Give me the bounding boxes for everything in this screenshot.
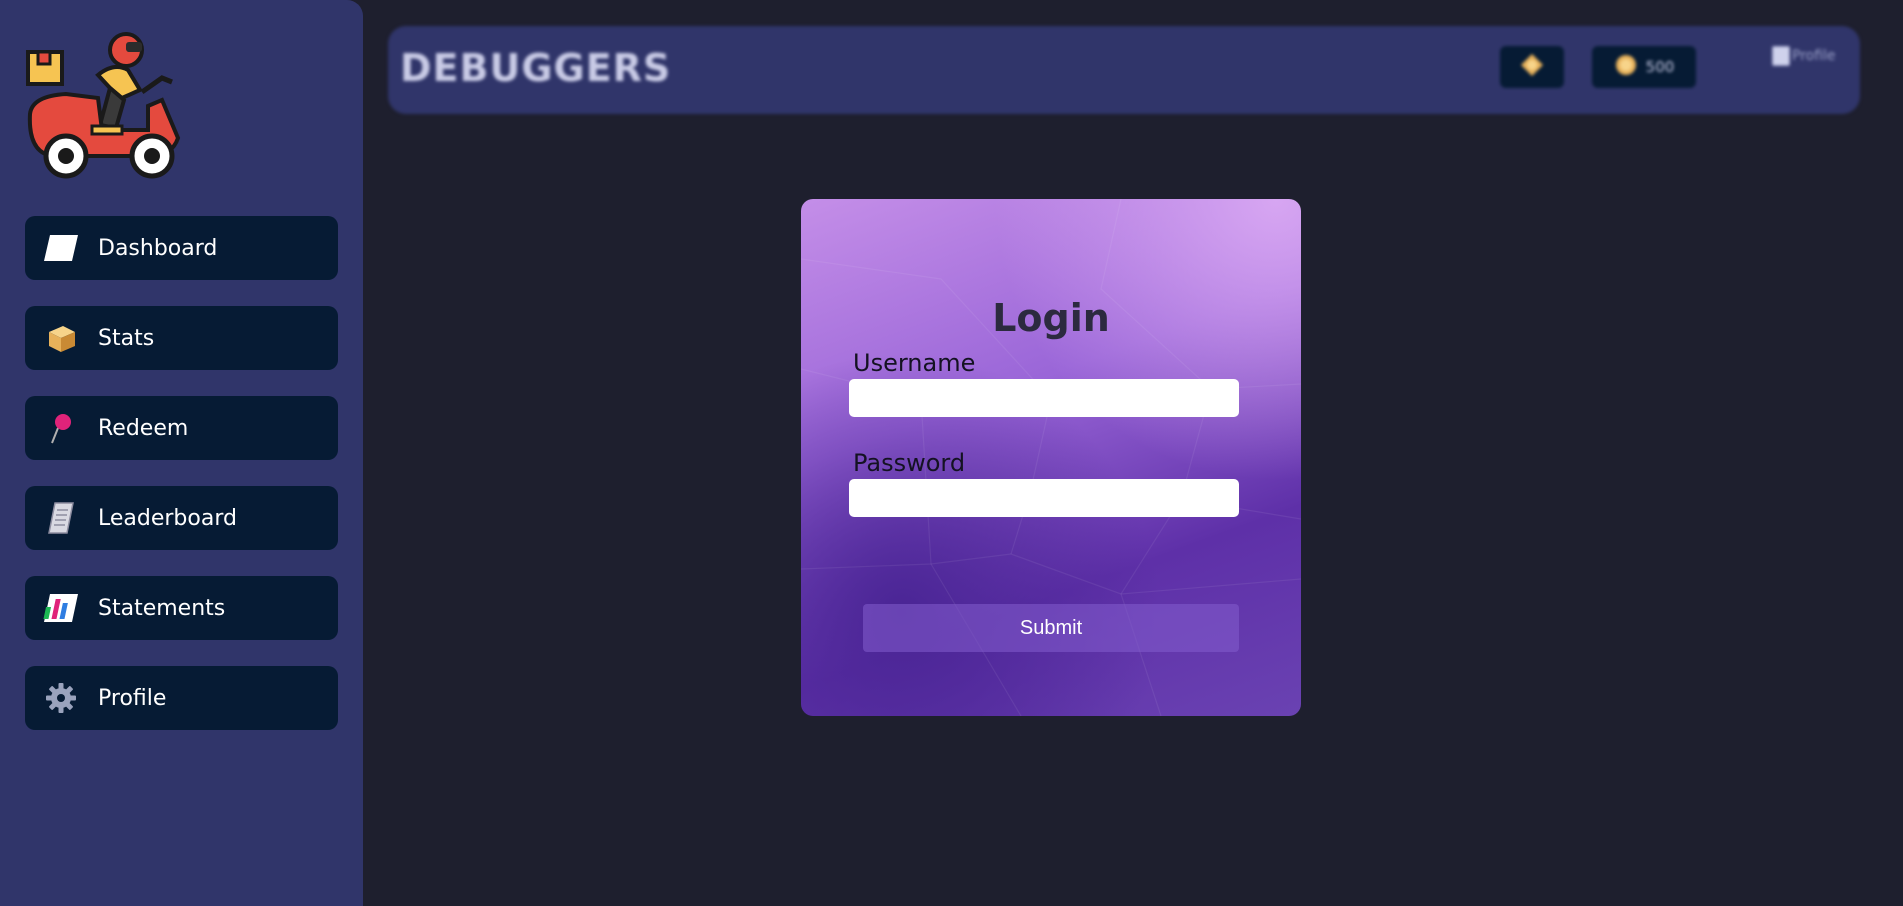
top-header: DEBUGGERS 500 Profile (388, 26, 1860, 114)
username-label: Username (853, 349, 976, 377)
sidebar-item-redeem[interactable]: Redeem (25, 396, 338, 460)
submit-button[interactable]: Submit (863, 604, 1239, 652)
bar-chart-icon (42, 589, 80, 627)
dashboard-icon (42, 229, 80, 267)
coin-balance: 500 (1645, 58, 1675, 76)
sidebar-item-label: Dashboard (98, 235, 218, 261)
sidebar-item-label: Profile (98, 685, 167, 711)
brand-title: DEBUGGERS (400, 46, 672, 90)
username-input[interactable] (849, 379, 1239, 417)
package-icon (42, 319, 80, 357)
password-label: Password (853, 449, 966, 477)
broken-image-icon (1772, 46, 1790, 66)
scroll-icon (42, 499, 80, 537)
coins-button[interactable]: 500 (1592, 46, 1696, 88)
badge-icon (1519, 52, 1545, 82)
sidebar-item-leaderboard[interactable]: Leaderboard (25, 486, 338, 550)
sidebar-item-profile[interactable]: Profile (25, 666, 338, 730)
sidebar-item-dashboard[interactable]: Dashboard (25, 216, 338, 280)
sidebar: Dashboard Stats Redeem Leaderboard State… (0, 0, 363, 906)
sidebar-item-statements[interactable]: Statements (25, 576, 338, 640)
profile-alt-text: Profile (1792, 48, 1836, 64)
sidebar-item-label: Stats (98, 325, 155, 351)
sidebar-item-label: Statements (98, 595, 226, 621)
coin-icon (1614, 53, 1638, 81)
profile-avatar[interactable]: Profile (1772, 46, 1836, 66)
password-input[interactable] (849, 479, 1239, 517)
pushpin-icon (42, 409, 80, 447)
sidebar-item-label: Redeem (98, 415, 189, 441)
gear-icon (42, 679, 80, 717)
notification-button[interactable] (1500, 46, 1564, 88)
delivery-scooter-logo (26, 32, 181, 179)
login-card: Login Username Password Submit (801, 199, 1301, 716)
login-title: Login (992, 296, 1110, 340)
sidebar-item-label: Leaderboard (98, 505, 237, 531)
sidebar-item-stats[interactable]: Stats (25, 306, 338, 370)
